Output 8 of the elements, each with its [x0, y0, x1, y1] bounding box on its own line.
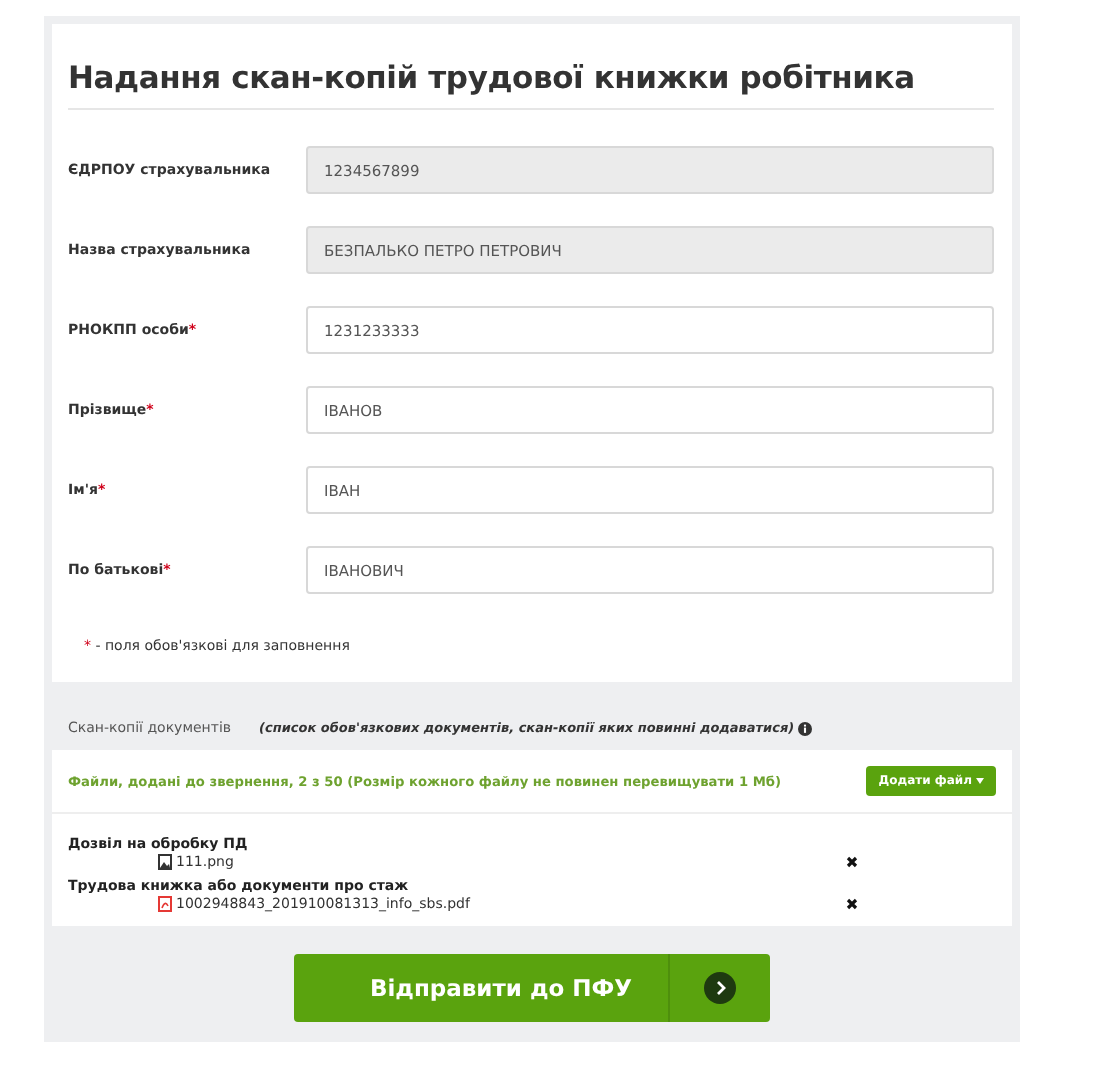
- close-icon[interactable]: [846, 856, 858, 868]
- arrow-right-icon: [704, 972, 736, 1004]
- page-title: Надання скан-копій трудової книжки робітника: [68, 60, 994, 110]
- image-file-icon: [158, 854, 172, 870]
- info-icon[interactable]: [798, 721, 813, 735]
- caret-icon: [976, 778, 984, 784]
- close-icon[interactable]: [846, 898, 858, 910]
- pdf-file-icon: [158, 896, 172, 912]
